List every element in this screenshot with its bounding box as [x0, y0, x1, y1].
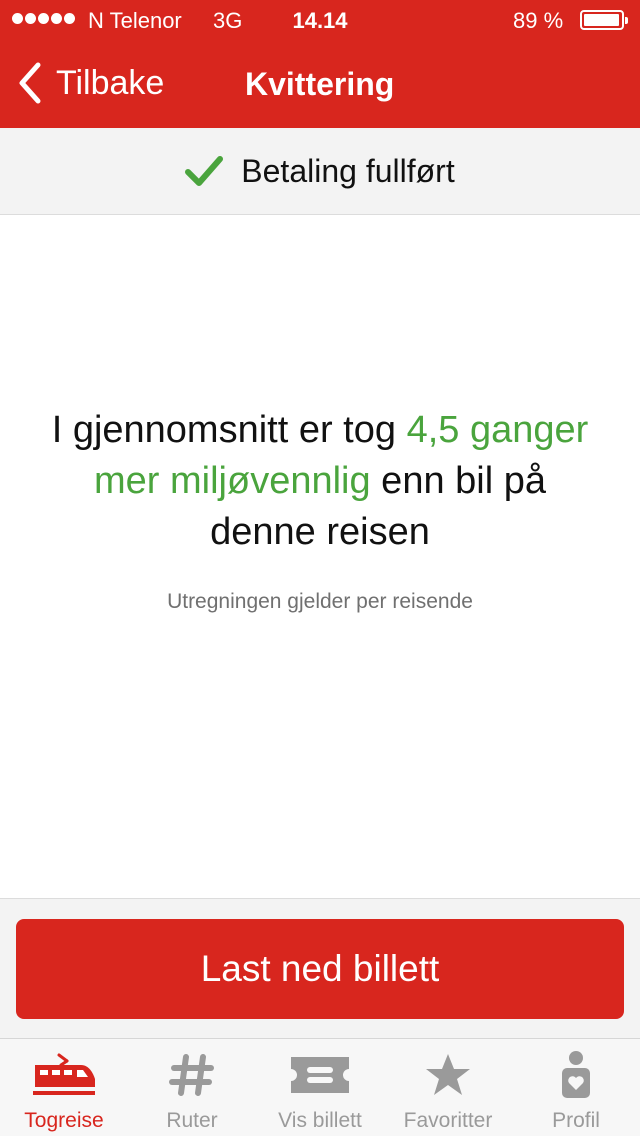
header: N Telenor 3G 14.14 89 % Tilbake Kvitteri… — [0, 0, 640, 128]
battery-icon — [580, 10, 628, 30]
tab-label: Vis billett — [278, 1109, 362, 1132]
battery-percent: 89 % — [513, 8, 564, 33]
train-icon — [33, 1053, 95, 1095]
profile-icon — [562, 1051, 590, 1098]
tab-bar: Togreise Ruter Vis billett Favoritter Pr… — [0, 1038, 640, 1136]
tab-label: Favoritter — [403, 1109, 493, 1132]
tab-vis-billett[interactable]: Vis billett — [256, 1039, 384, 1137]
status-bar: N Telenor 3G 14.14 89 % — [0, 0, 640, 40]
back-label: Tilbake — [56, 63, 165, 102]
tab-ruter[interactable]: Ruter — [128, 1039, 256, 1137]
tab-profil[interactable]: Profil — [512, 1039, 640, 1137]
back-button[interactable]: Tilbake — [16, 58, 164, 108]
checkmark-icon — [185, 156, 224, 186]
payment-status-banner: Betaling fullført — [0, 128, 640, 215]
tab-label: Profil — [552, 1109, 600, 1132]
environment-message: I gjennomsnitt er tog 4,5 ganger mer mil… — [40, 405, 600, 558]
chevron-left-icon — [19, 62, 41, 104]
tab-label: Ruter — [166, 1109, 218, 1132]
download-ticket-button[interactable]: Last ned billett — [16, 919, 624, 1019]
action-area: Last ned billett — [0, 898, 640, 1038]
tab-togreise[interactable]: Togreise — [0, 1039, 128, 1137]
star-icon — [426, 1054, 470, 1095]
navigation-bar: Tilbake Kvittering — [0, 40, 640, 128]
ticket-icon — [291, 1057, 349, 1093]
calculation-note: Utregningen gjelder per reisende — [167, 590, 473, 613]
tab-label: Togreise — [24, 1109, 104, 1132]
hash-icon — [169, 1054, 214, 1096]
message-text: I gjennomsnitt er tog — [51, 409, 407, 451]
payment-status-text: Betaling fullført — [241, 152, 455, 189]
tab-favoritter[interactable]: Favoritter — [384, 1039, 512, 1137]
page-title: Kvittering — [245, 66, 395, 102]
